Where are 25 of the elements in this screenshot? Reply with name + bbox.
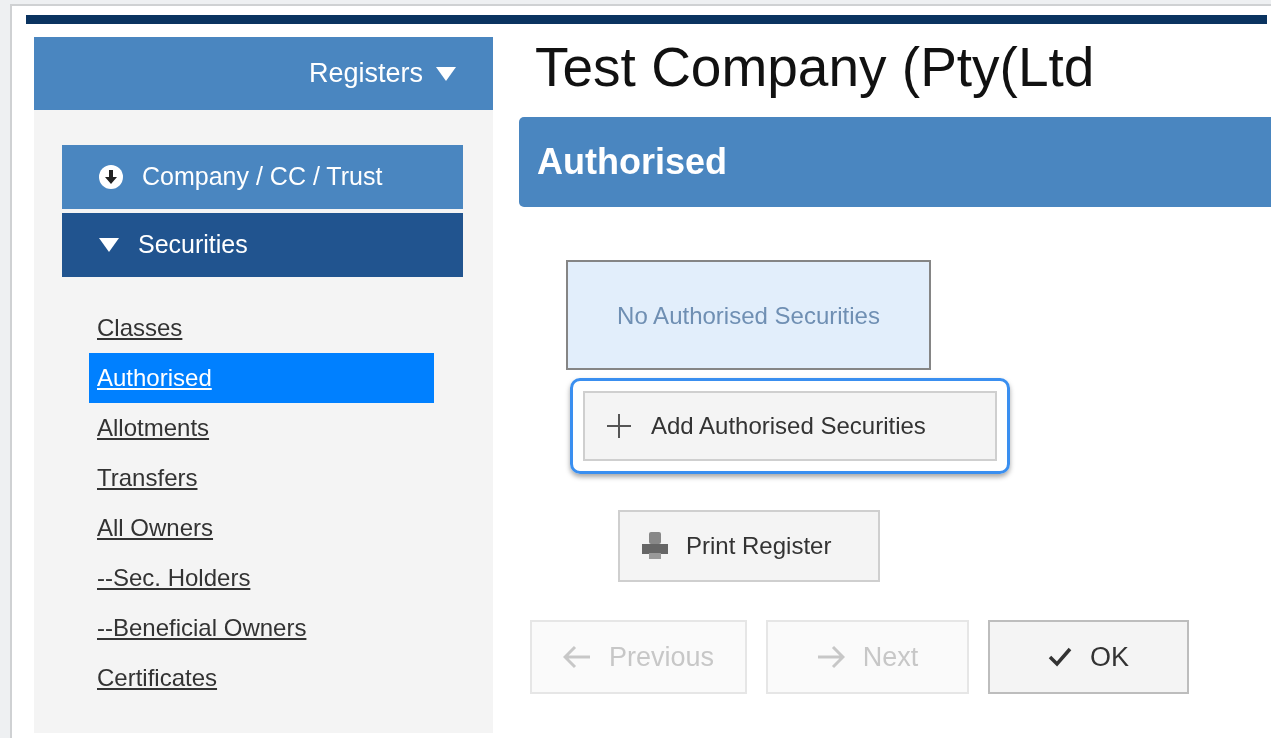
page-title: Test Company (Pty(Ltd bbox=[535, 37, 1096, 97]
printer-icon bbox=[642, 532, 668, 560]
sidebar-item[interactable]: Authorised bbox=[89, 353, 434, 403]
section-header[interactable]: Securities bbox=[62, 213, 463, 277]
sidebar-item[interactable]: Transfers bbox=[89, 453, 434, 503]
sidebar-item[interactable]: --Sec. Holders bbox=[89, 553, 434, 603]
sidebar-item[interactable]: Allotments bbox=[89, 403, 434, 453]
caret-icon bbox=[98, 236, 120, 254]
sidebar-item[interactable]: Classes bbox=[89, 303, 434, 353]
sidebar-item[interactable]: --Beneficial Owners bbox=[89, 603, 434, 653]
print-button[interactable]: Print Register bbox=[618, 510, 880, 582]
plus-icon bbox=[607, 414, 631, 438]
arrow-left-icon bbox=[562, 645, 591, 669]
sidebar-item[interactable]: Certificates bbox=[89, 653, 434, 703]
ok-button[interactable]: OK bbox=[988, 620, 1189, 694]
section-header[interactable]: Company / CC / Trust bbox=[62, 145, 463, 209]
section-header: Authorised bbox=[519, 117, 1271, 207]
check-icon bbox=[1048, 647, 1072, 667]
sidebar-item[interactable]: All Owners bbox=[89, 503, 434, 553]
registers-dropdown[interactable]: Registers bbox=[34, 37, 493, 110]
empty-message: No Authorised Securities bbox=[566, 260, 931, 370]
add-button[interactable]: Add Authorised Securities bbox=[583, 391, 997, 461]
caret-icon bbox=[435, 64, 457, 83]
download-icon bbox=[98, 164, 124, 190]
arrow-right-icon bbox=[816, 645, 845, 669]
